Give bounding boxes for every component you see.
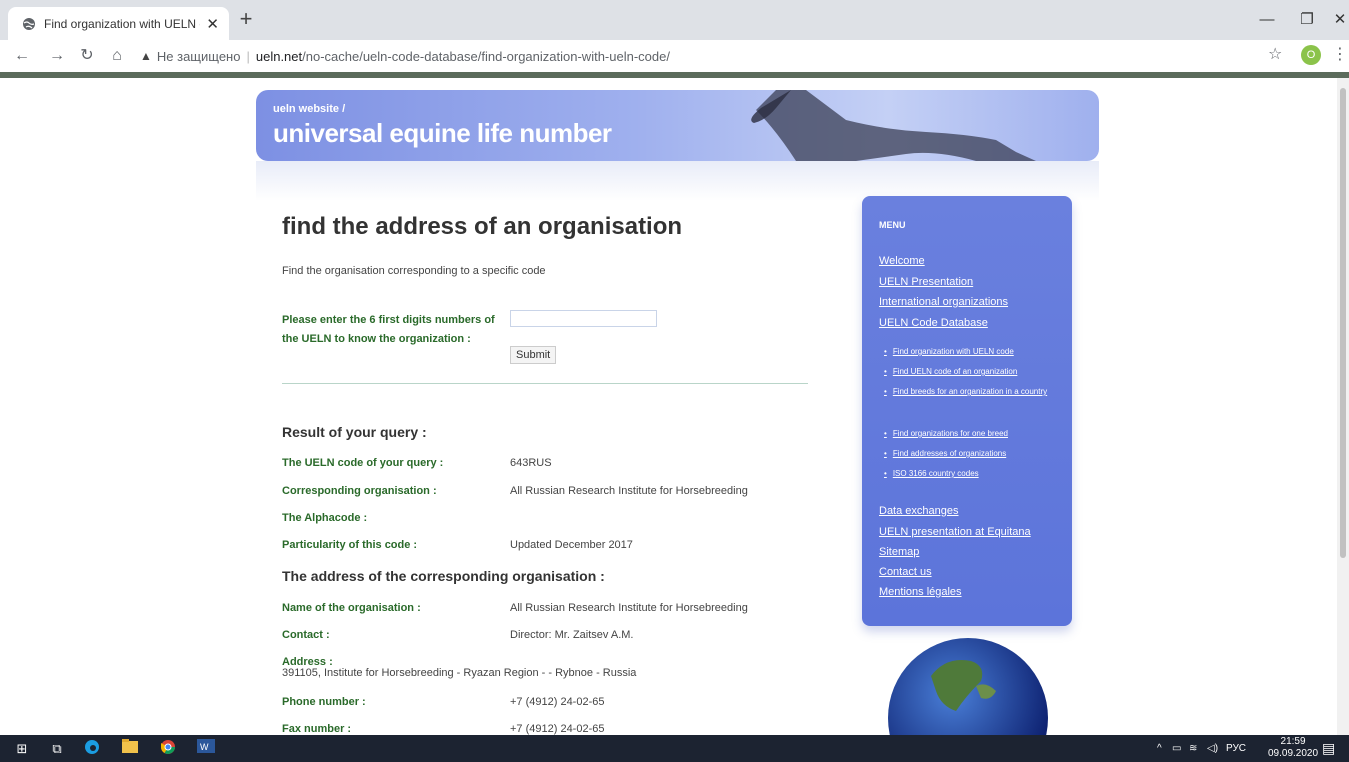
menu-sublink-iso[interactable]: ISO 3166 country codes (884, 464, 1064, 484)
menu-link-legal[interactable]: Mentions légales (879, 586, 962, 598)
address-bar[interactable]: ▲ Не защищено | ueln.net /no-cache/ueln-… (140, 44, 1260, 68)
web-page: ueln website / universal equine life num… (0, 78, 1349, 735)
browser-toolbar: ← → ↻ ⌂ ▲ Не защищено | ueln.net /no-cac… (0, 40, 1349, 72)
fax-value: +7 (4912) 24-02-65 (510, 723, 605, 735)
horse-image (751, 90, 1036, 161)
page-title: find the address of an organisation (282, 213, 683, 240)
tab-title: Find organization with UELN cod (44, 16, 200, 31)
back-icon[interactable]: ← (10, 44, 34, 68)
forward-icon[interactable]: → (45, 44, 69, 68)
menu-link-sitemap[interactable]: Sitemap (879, 546, 919, 558)
minimize-icon[interactable]: — (1245, 0, 1289, 40)
menu-link-code-database[interactable]: UELN Code Database (879, 317, 988, 329)
os-taskbar: ⊞ ⧉ W ^ ▭ ≋ ◁) РУС 21:59 09.09.2020 ▤ (0, 735, 1349, 762)
result-label: Corresponding organisation : (282, 485, 437, 497)
address-value: All Russian Research Institute for Horse… (510, 602, 748, 614)
fax-label: Fax number : (282, 723, 352, 735)
menu-title: MENU (879, 220, 906, 230)
result-label: Particularity of this code : (282, 539, 418, 551)
language-indicator[interactable]: РУС (1226, 735, 1246, 762)
close-window-icon[interactable]: ✕ (1318, 0, 1349, 40)
result-label: The Alphacode : (282, 512, 368, 524)
notifications-icon[interactable]: ▤ (1322, 735, 1335, 762)
url-host: ueln.net (255, 48, 303, 64)
menu-sublink-orgs-for-breed[interactable]: Find organizations for one breed (884, 424, 1064, 444)
menu-link-contact[interactable]: Contact us (879, 566, 932, 578)
address-value: Director: Mr. Zaitsev A.M. (510, 629, 634, 641)
globe-icon (23, 17, 35, 30)
omnibox-separator: | (246, 48, 250, 64)
postal-address-value: 391105, Institute for Horsebreeding - Ry… (282, 667, 637, 679)
network-icon[interactable]: ▭ (1172, 735, 1181, 762)
wifi-icon[interactable]: ≋ (1189, 735, 1197, 762)
browser-tab[interactable]: Find organization with UELN cod ✕ (8, 7, 229, 40)
svg-text:W: W (200, 742, 209, 752)
scrollbar-thumb[interactable] (1340, 88, 1346, 558)
divider (282, 383, 808, 384)
menu-sublink-addresses[interactable]: Find addresses of organizations (884, 444, 1064, 464)
profile-avatar[interactable]: O (1301, 45, 1321, 65)
banner-title: universal equine life number (273, 118, 612, 148)
side-menu: MENU Welcome UELN Presentation Internati… (862, 196, 1072, 626)
new-tab-button[interactable]: + (234, 8, 258, 32)
chrome-icon[interactable] (158, 739, 178, 759)
menu-link-welcome[interactable]: Welcome (879, 255, 925, 267)
file-explorer-icon[interactable] (120, 739, 140, 759)
clock-date: 09.09.2020 (1268, 748, 1319, 759)
menu-sublink-find-code[interactable]: Find UELN code of an organization (884, 362, 1064, 382)
result-heading: Result of your query : (282, 424, 427, 440)
submit-button[interactable]: Submit (510, 346, 557, 364)
reload-icon[interactable]: ↻ (75, 44, 99, 68)
menu-link-international[interactable]: International organizations (879, 296, 1008, 308)
security-label: Не защищено (156, 48, 241, 64)
bookmark-star-icon[interactable]: ☆ (1268, 44, 1282, 64)
clock[interactable]: 21:59 09.09.2020 (1268, 736, 1318, 760)
result-value: Updated December 2017 (510, 539, 633, 551)
menu-link-data-exchanges[interactable]: Data exchanges (879, 505, 959, 517)
intro-text: Find the organisation corresponding to a… (282, 265, 546, 277)
warning-icon: ▲ (140, 49, 152, 63)
tab-close-icon[interactable]: ✕ (206, 15, 219, 33)
browser-tab-bar: Find organization with UELN cod ✕ + — ❐ … (0, 0, 1349, 40)
browser-menu-icon[interactable]: ⋮ (1332, 44, 1348, 64)
menu-link-presentation[interactable]: UELN Presentation (879, 276, 973, 288)
home-icon[interactable]: ⌂ (105, 44, 129, 68)
globe-image (888, 638, 1048, 735)
menu-sublink-find-org[interactable]: Find organization with UELN code (884, 342, 1064, 362)
address-label: Contact : (282, 629, 330, 641)
windows-start-icon[interactable]: ⊞ (12, 739, 32, 759)
tray-chevron-icon[interactable]: ^ (1157, 735, 1162, 762)
menu-sublink-find-breeds[interactable]: Find breeds for an organization in a cou… (884, 382, 1064, 402)
word-icon[interactable]: W (195, 739, 217, 759)
site-banner: ueln website / universal equine life num… (256, 90, 1099, 161)
clock-time: 21:59 (1280, 736, 1306, 747)
address-label: Name of the organisation : (282, 602, 421, 614)
result-label: The UELN code of your query : (282, 457, 444, 469)
edge-icon[interactable] (82, 739, 102, 759)
phone-label: Phone number : (282, 696, 366, 708)
url-path: /no-cache/ueln-code-database/find-organi… (302, 48, 670, 64)
volume-icon[interactable]: ◁) (1207, 735, 1218, 762)
page-scrollbar[interactable] (1337, 78, 1349, 735)
ueln-code-input[interactable] (510, 310, 657, 327)
banner-subtitle: ueln website / (273, 103, 346, 115)
code-input-label: Please enter the 6 first digits numbers … (282, 314, 495, 345)
address-heading: The address of the corresponding organis… (282, 568, 605, 584)
task-view-icon[interactable]: ⧉ (47, 739, 67, 759)
result-value: 643RUS (510, 457, 552, 469)
result-value: All Russian Research Institute for Horse… (510, 485, 748, 497)
phone-value: +7 (4912) 24-02-65 (510, 696, 605, 708)
banner-fade (256, 161, 1099, 201)
menu-link-equitana[interactable]: UELN presentation at Equitana (879, 526, 1031, 538)
